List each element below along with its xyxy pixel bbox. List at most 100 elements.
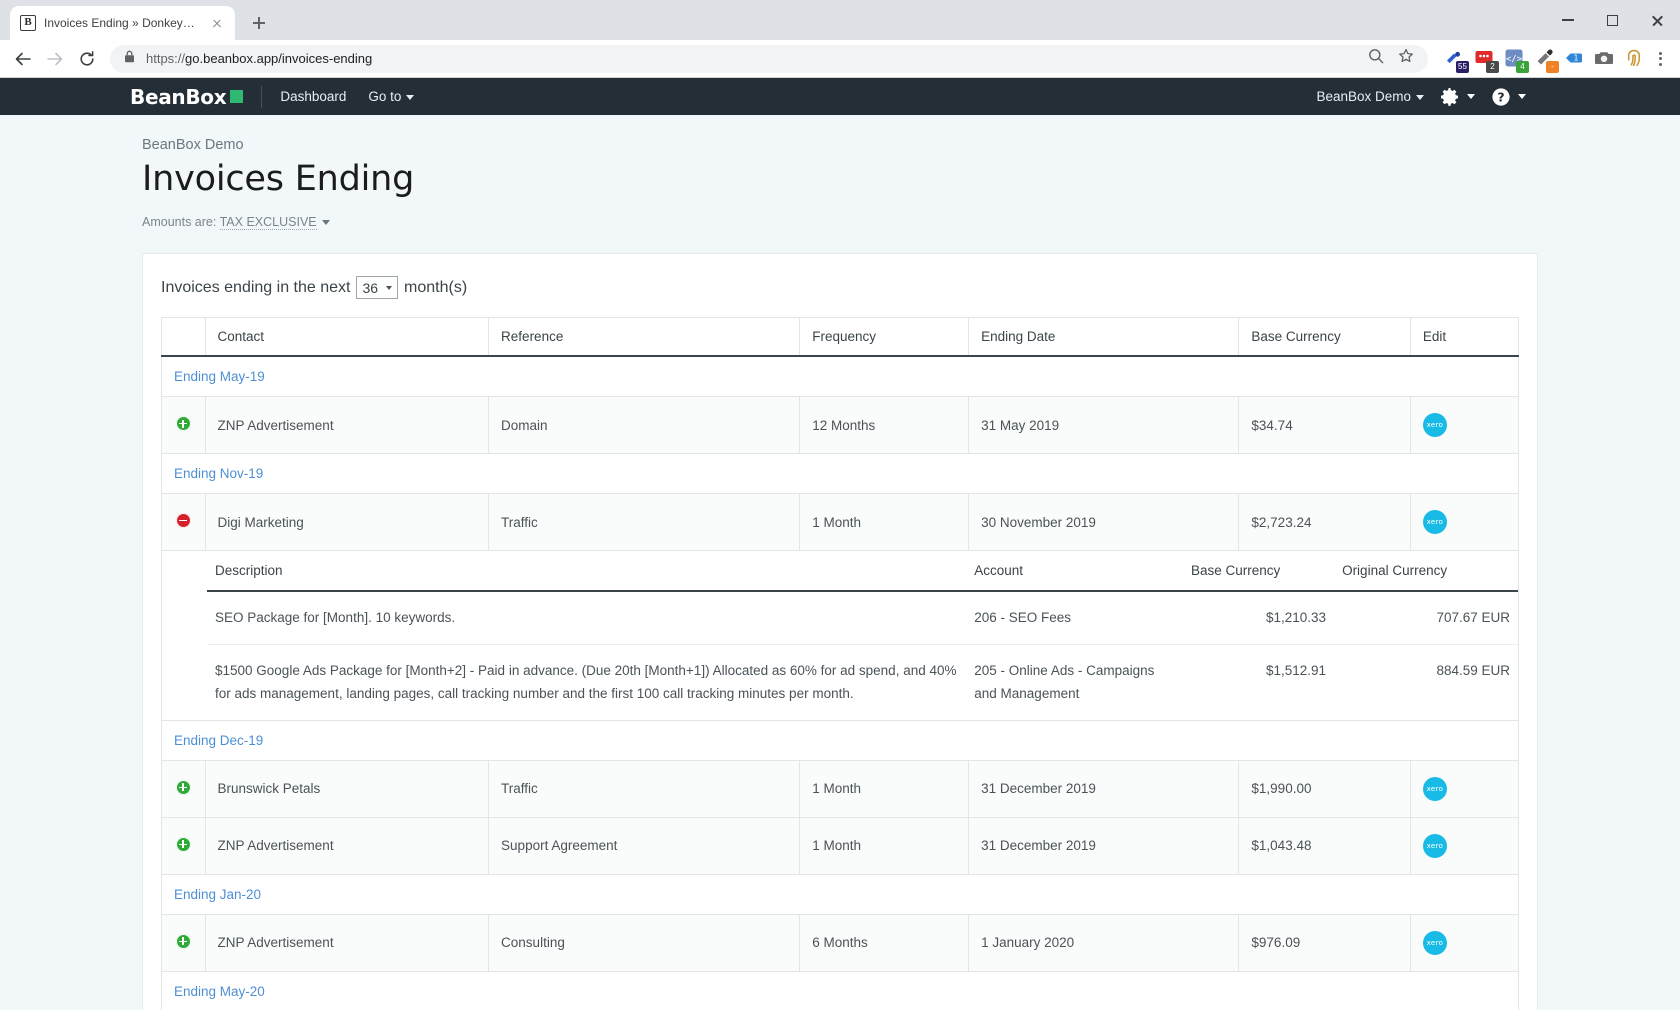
url-host-path: go.beanbox.app/invoices-ending [185,51,373,66]
cell-edit[interactable]: xero [1409,913,1520,972]
xero-badge-icon[interactable]: xero [1422,930,1447,955]
cell-ending-date: 31 May 2019 [968,396,1240,454]
search-icon[interactable] [1368,48,1384,69]
cell-base-currency: $1,990.00 [1238,759,1411,818]
new-tab-button[interactable] [245,9,273,37]
col-reference: Reference [488,317,801,357]
forward-button[interactable] [40,44,70,74]
screenshot-camera-extension-icon[interactable] [1594,48,1616,70]
expand-toggle-cell[interactable] [161,759,206,818]
chevron-down-icon [321,220,330,226]
lead-before-text: Invoices ending in the next [161,278,351,296]
group-header-row: Ending May-20 [161,971,1519,1010]
code-extension-icon[interactable]: </> 4 [1504,48,1529,73]
cell-ending-date: 30 November 2019 [968,493,1240,551]
cell-description: SEO Package for [Month]. 10 keywords. [207,591,967,645]
cell-reference: Traffic [488,493,801,551]
xero-badge-icon[interactable]: xero [1422,510,1447,534]
expand-icon[interactable] [175,416,191,431]
cell-edit[interactable]: xero [1409,493,1520,551]
lastpass-extension-icon[interactable]: 55 [1444,48,1469,73]
help-button[interactable]: ? [1491,87,1526,107]
group-label[interactable]: Ending Jan-20 [161,874,1519,915]
expand-toggle-cell[interactable] [161,396,206,454]
cell-edit[interactable]: xero [1409,759,1520,818]
fingerprint-extension-icon[interactable] [1624,48,1646,70]
xero-badge-icon[interactable]: xero [1422,833,1447,858]
table-row[interactable]: Brunswick Petals Traffic 1 Month 31 Decembe… [161,759,1520,818]
chevron-down-icon [386,285,393,290]
collapse-icon[interactable] [175,513,191,528]
notifications-extension-icon[interactable]: 2 [1474,48,1499,73]
line-items-table: Description Account Base Currency Original … [207,551,1518,720]
org-switcher[interactable]: BeanBox Demo [1316,89,1424,104]
expand-icon[interactable] [175,933,191,949]
gear-icon [1441,87,1458,106]
page-container: BeanBox Demo Invoices Ending Amounts are… [142,115,1538,1010]
back-button[interactable] [8,44,38,74]
cell-frequency: 1 Month [799,816,970,875]
org-switcher-label: BeanBox Demo [1316,89,1411,104]
invoices-table-body: Ending May-19 ZNP Advertisement Domain 12 M… [161,356,1520,1010]
cell-edit[interactable]: xero [1409,396,1520,454]
cell-account: 206 - SEO Fees [966,591,1183,645]
expand-toggle-cell[interactable] [161,913,206,972]
browser-menu-button[interactable] [1648,47,1672,71]
expand-toggle-cell[interactable] [161,493,206,551]
cell-description: $1500 Google Ads Package for [Month+2] -… [207,644,967,720]
settings-button[interactable] [1440,87,1475,107]
beanbox-logo[interactable]: BeanBox [130,85,244,109]
detail-header-row: Description Account Base Currency Original … [207,551,1518,592]
close-window-button[interactable] [1635,0,1680,40]
group-label[interactable]: Ending Dec-19 [161,720,1519,761]
tab-strip: B Invoices Ending » DonkeyBean [0,0,1680,40]
tag-extension-icon[interactable]: 1 [1564,48,1586,70]
group-label[interactable]: Ending May-20 [161,971,1519,1010]
browser-tab[interactable]: B Invoices Ending » DonkeyBean [10,6,235,40]
col-edit: Edit [1409,317,1520,357]
table-row[interactable]: ZNP Advertisement Domain 12 Months 31 May 2… [161,396,1520,454]
cell-detail-base-currency: $1,512.91 [1183,644,1335,720]
url-scheme: https:// [146,51,186,66]
xero-badge-icon[interactable]: xero [1422,413,1447,437]
line-item-row: SEO Package for [Month]. 10 keywords. 206… [207,591,1518,645]
expand-toggle-cell[interactable] [161,816,206,875]
col-original-currency: Original Currency [1334,551,1518,592]
table-row[interactable]: ZNP Advertisement Support Agreement 1 Mont… [161,816,1520,875]
table-row[interactable]: Digi Marketing Traffic 1 Month 30 November … [161,493,1520,551]
navbar-right: BeanBox Demo ? [1316,87,1526,107]
cell-contact: ZNP Advertisement [204,913,490,972]
amounts-basis-value[interactable]: TAX EXCLUSIVE [219,215,317,230]
nav-link-goto[interactable]: Go to [368,89,415,104]
group-label[interactable]: Ending May-19 [161,356,1519,397]
breadcrumb: BeanBox Demo [142,137,244,153]
cell-reference: Support Agreement [488,816,801,875]
cell-edit[interactable]: xero [1409,816,1520,875]
bookmark-star-icon[interactable] [1398,48,1414,69]
maximize-button[interactable] [1590,0,1635,40]
reload-button[interactable] [72,44,102,74]
col-base-currency: Base Currency [1238,317,1411,357]
table-row[interactable]: ZNP Advertisement Consulting 6 Months 1 Jan… [161,913,1520,972]
tab-title: Invoices Ending » DonkeyBean [44,16,201,30]
cell-reference: Consulting [488,913,801,972]
cell-base-currency: $1,043.48 [1238,816,1411,875]
col-ending-date: Ending Date [968,317,1240,357]
detail-container: Description Account Base Currency Original … [161,550,1519,721]
minimize-button[interactable] [1545,0,1590,40]
svg-text:1: 1 [1574,53,1579,62]
address-bar[interactable]: https://go.beanbox.app/invoices-ending [110,44,1428,73]
expand-icon[interactable] [175,836,191,852]
cell-detail-base-currency: $1,210.33 [1183,591,1335,645]
close-icon[interactable] [209,15,225,31]
xero-badge-icon[interactable]: xero [1422,776,1447,801]
invoices-table: Contact Reference Frequency Ending Date … [161,317,1520,1010]
group-label[interactable]: Ending Nov-19 [161,453,1519,494]
col-expand [161,317,206,357]
eyedropper-extension-icon[interactable]: - [1534,48,1559,73]
nav-link-dashboard[interactable]: Dashboard [280,89,346,104]
amounts-basis-label: Amounts are: [142,215,217,229]
months-select-value: 36 [362,279,379,296]
months-select[interactable]: 36 [356,276,399,299]
expand-icon[interactable] [175,779,191,795]
